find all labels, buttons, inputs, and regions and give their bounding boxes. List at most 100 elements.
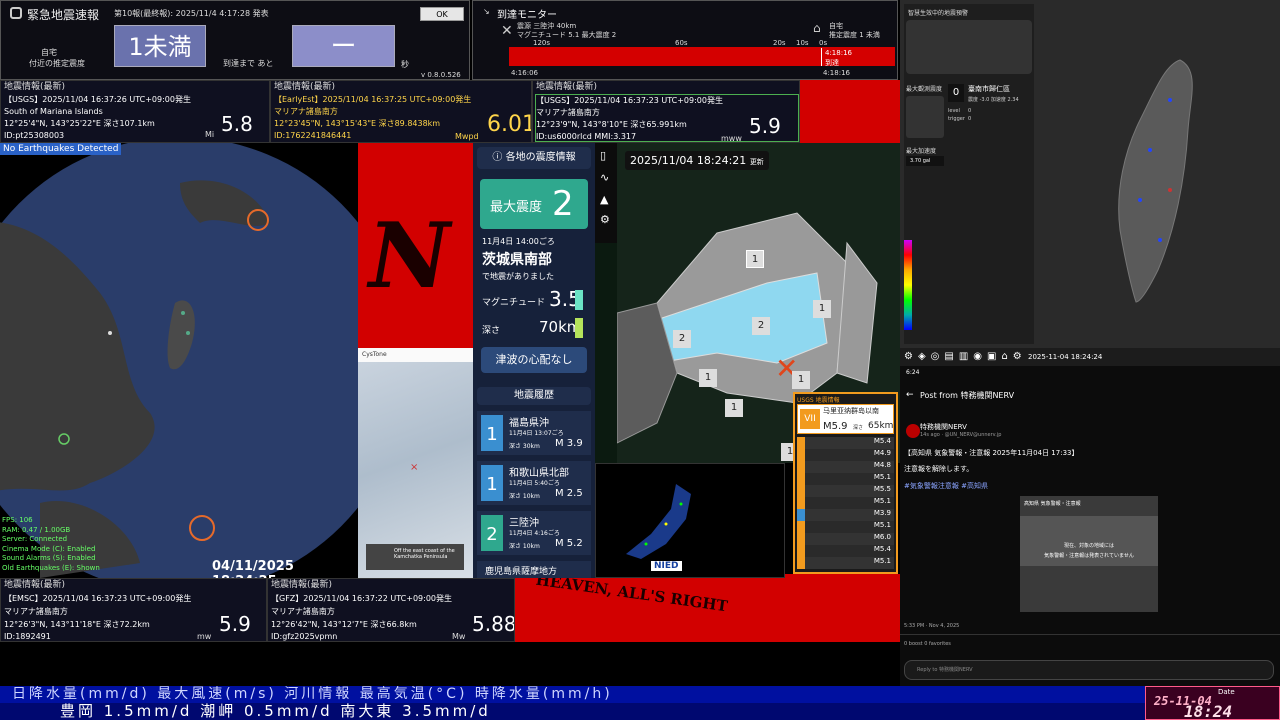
usgs-row[interactable]: M5.1: [797, 557, 894, 569]
japan-shape: [626, 484, 691, 559]
station-dot: [186, 331, 190, 335]
info-line: マリアナ諸島南方: [274, 107, 338, 116]
shindo-label: 1: [699, 369, 717, 387]
station-dot: [1148, 148, 1152, 152]
globe-svg: [0, 143, 358, 578]
info-earlyest: 地震情報(最新) 【EarlyEst】2025/11/04 16:37:25 U…: [270, 80, 532, 143]
history-depth: 深さ 10km: [509, 493, 540, 500]
post-text-1: 【高知県 気象警報・注意報 2025年11月04日 17:33】: [904, 449, 1079, 457]
post-image[interactable]: 高知県 気象警報・注意報 現在、対象の地域には 気象警報・注意報は発表されていま…: [1020, 496, 1158, 612]
usgs-row[interactable]: M5.4: [797, 545, 894, 557]
history-place: 三陸沖: [509, 518, 539, 529]
bottom-spacer: [0, 642, 900, 686]
usgs-row[interactable]: M5.5: [797, 485, 894, 497]
shindo-label: 2: [673, 330, 691, 348]
map-datetime: 2025/11/04 18:24:21: [630, 154, 747, 167]
info-gfz: 地震情報(最新) 【GFZ】2025/11/04 16:37:22 UTC+09…: [267, 578, 515, 642]
caption-card[interactable]: Off the east coast of the Kamchatka Peni…: [366, 544, 464, 570]
info-line: 12°26'42"N, 143°12'7"E 深さ66.8km: [271, 620, 417, 629]
img-text-1: 現在、対象の地域には: [1063, 543, 1114, 549]
post-header: Post from 特務機関NERV: [920, 391, 1015, 400]
info-line: 12°26'3"N, 143°11'18"E 深さ72.2km: [4, 620, 150, 629]
info-header: 地震情報(最新): [536, 82, 598, 92]
info-header: 地震情報(最新): [274, 82, 336, 92]
quake-info-panel: ⓘ 各地の震度情報 最大震度 2 11月4日 14:00ごろ 茨城県南部 で地震…: [473, 143, 595, 578]
avatar[interactable]: [906, 424, 920, 438]
usgs-row[interactable]: M6.0: [797, 533, 894, 545]
gear-icon[interactable]: ⚙: [600, 213, 610, 226]
usgs-top-card[interactable]: VII 马里亚纳群岛以南 M5.9 深さ 65km: [797, 404, 894, 434]
phone-map: CysTone × Off the east coast of the Kamc…: [358, 348, 473, 578]
station-dot: [1168, 188, 1172, 192]
depth-indicator: [575, 318, 583, 338]
history-header: 地震履歴: [477, 387, 591, 405]
tw-toolbar: ⚙◈◎▤▥◉▣⌂⚙ 2025-11-04 18:24:24: [900, 348, 1280, 366]
epicenter-icon: ×: [410, 462, 419, 473]
monitor-arrow-icon: ↘: [483, 7, 490, 16]
station-dot: [644, 542, 648, 546]
shindo-label: 2: [752, 317, 770, 335]
countdown-value: ー: [292, 25, 395, 67]
ticker-line-1: 日降水量(mm/d) 最大風速(m/s) 河川情報 最高気温(°C) 時降水量(…: [12, 686, 613, 702]
info-line: 12°23'9"N, 143°8'10"E 深さ65.991km: [536, 120, 687, 129]
magnitude: 5.8: [221, 112, 253, 136]
shindo-label: 1: [725, 399, 743, 417]
toolbar-icons[interactable]: ⚙◈◎▤▥◉▣⌂⚙: [904, 351, 1027, 362]
history-shindo: 1: [481, 465, 503, 501]
post-time: 5:33 PM · Nov 4, 2025: [904, 623, 960, 629]
tw-trigger-label: trigger: [948, 116, 965, 122]
arrival-label: 到達: [825, 59, 839, 67]
tw-level-val: 0: [968, 108, 972, 114]
wave-icon[interactable]: ∿: [600, 171, 609, 184]
close-icon[interactable]: ✕: [501, 23, 513, 39]
history-depth: 深さ 30km: [509, 443, 540, 450]
back-icon[interactable]: ←: [906, 390, 914, 400]
history-place: 鹿児島県薩摩地方: [485, 567, 558, 577]
post-text-2: 注意報を解除します。: [904, 465, 974, 473]
usgs-top-depth-label: 深さ: [853, 425, 864, 431]
history-item[interactable]: 鹿児島県薩摩地方: [477, 561, 591, 578]
tw-level-label: level: [948, 108, 960, 114]
tw-station-vals: 震度 -3.0 加速度 2.34: [968, 97, 1019, 103]
phone-icon[interactable]: ▯: [600, 149, 606, 162]
art-banner: HEAVEN, ALL'S RIGHT: [534, 578, 729, 616]
warning-icon[interactable]: ▲: [600, 193, 608, 206]
reply-input[interactable]: Reply to 特務機関NERV: [904, 660, 1274, 680]
tw-alert-box: [906, 20, 1032, 74]
info-line: マリアナ諸島南方: [536, 108, 600, 117]
history-item[interactable]: 1 福島県沖 11月4日 13:07ごろ 深さ 30km M 3.9: [477, 411, 591, 455]
max-intensity-box: 最大震度 2: [480, 179, 588, 229]
info-line: 【EMSC】2025/11/04 16:37:23 UTC+09:00発生: [4, 594, 192, 603]
history-item[interactable]: 1 和歌山県北部 11月4日 5:40ごろ 深さ 10km M 2.5: [477, 461, 591, 505]
ok-button[interactable]: OK: [420, 7, 464, 21]
history-time: 11月4日 5:40ごろ: [509, 480, 560, 487]
map-toolbar: ▯ ∿ ▲ ⚙: [595, 143, 617, 243]
taiwan-monitor: 智慧生效中的地震預警 最大觀測震度 0 臺南市歸仁區 震度 -3.0 加速度 2…: [900, 0, 1280, 365]
info-emsc: 地震情報(最新) 【EMSC】2025/11/04 16:37:23 UTC+0…: [0, 578, 267, 642]
usgs-row[interactable]: M5.1: [797, 497, 894, 509]
station-dot: [679, 502, 683, 506]
right-time: 4:18:16: [823, 69, 850, 77]
eew-report: 第10報(最終報): 2025/11/4 4:17:28 発表: [114, 9, 269, 18]
usgs-row[interactable]: M4.9: [797, 449, 894, 461]
usgs-row[interactable]: M4.8: [797, 461, 894, 473]
arrival-monitor: ↘ 到達モニター ✕ 震源 三陸沖 40km マグニチュード 5.1 最大震度 …: [472, 0, 898, 80]
tw-toolbar-time: 2025-11-04 18:24:24: [1028, 353, 1103, 361]
stats-block: FPS: 106 RAM: 0.47 / 1.00GB Server: Conn…: [2, 516, 100, 573]
location-label-2: 付近の推定震度: [29, 59, 85, 68]
history-item[interactable]: 2 三陸沖 11月4日 4:16ごろ 深さ 10km M 5.2: [477, 511, 591, 555]
stat-line: FPS: 106: [2, 516, 33, 524]
mag-type: mww: [721, 134, 742, 143]
location-label: 自宅: [41, 48, 57, 57]
usgs-row[interactable]: M5.1: [797, 521, 894, 533]
post-author: 特務機関NERV: [920, 423, 967, 431]
history-mag: M 2.5: [555, 488, 583, 499]
info-line: ID:1762241846441: [274, 131, 352, 140]
usgs-row[interactable]: M3.9: [797, 509, 894, 521]
post-tags[interactable]: #気象警報注意報 #高知県: [904, 481, 988, 491]
info-line: ID:us6000rlcd MMI:3.317: [536, 132, 637, 141]
usgs-row[interactable]: M5.1: [797, 473, 894, 485]
usgs-row[interactable]: M5.4: [797, 437, 894, 449]
stat-line: RAM: 0.47 / 1.00GB: [2, 525, 71, 534]
globe-view[interactable]: No Earthquakes Detected FPS: 106 RAM: 0.…: [0, 143, 358, 578]
